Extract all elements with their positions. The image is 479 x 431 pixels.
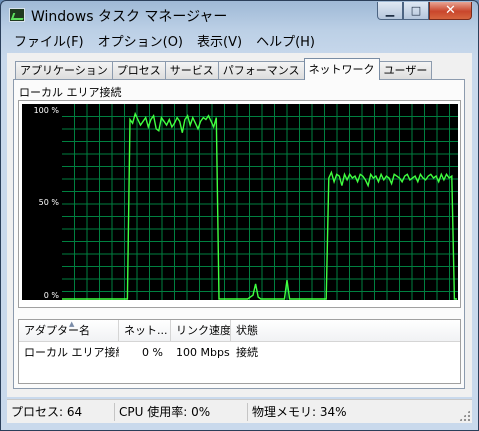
adapter-name: ローカル エリア接続 bbox=[24, 346, 119, 359]
graph-background bbox=[62, 104, 458, 300]
tab-services[interactable]: サービス bbox=[164, 61, 219, 80]
adapter-link-speed: 100 Mbps bbox=[176, 346, 230, 359]
column-link-speed[interactable]: リンク速度 bbox=[171, 320, 231, 342]
resize-grip-icon[interactable] bbox=[459, 410, 470, 421]
tab-applications[interactable]: アプリケーション bbox=[15, 61, 113, 80]
networking-panel: ローカル エリア接続 100 % 50 % 0 % ▲ アダプター名 ネット..… bbox=[13, 79, 465, 389]
maximize-icon: □ bbox=[410, 4, 422, 17]
status-processes: プロセス: 64 bbox=[11, 405, 83, 419]
adapter-list[interactable]: ▲ アダプター名 ネット... リンク速度 状態 ローカル エリア接続 0 % … bbox=[18, 319, 461, 384]
close-button[interactable]: ✕ bbox=[429, 2, 472, 20]
menu-options[interactable]: オプション(O) bbox=[91, 31, 190, 50]
minimize-button[interactable]: ▁ bbox=[377, 2, 403, 20]
menu-bar: ファイル(F) オプション(O) 表示(V) ヘルプ(H) bbox=[7, 30, 472, 51]
minimize-icon: ▁ bbox=[385, 4, 395, 17]
menu-file[interactable]: ファイル(F) bbox=[7, 31, 91, 50]
sort-ascending-icon: ▲ bbox=[69, 320, 75, 328]
caption-buttons: ▁ □ ✕ bbox=[377, 2, 472, 20]
window-title: Windows タスク マネージャー bbox=[31, 9, 228, 25]
status-cpu-usage: CPU 使用率: 0% bbox=[114, 403, 210, 421]
axis-label-100: 100 % bbox=[33, 106, 59, 115]
tab-networking[interactable]: ネットワーク bbox=[303, 58, 380, 80]
graph-axis: 100 % 50 % 0 % bbox=[22, 104, 62, 300]
column-adapter-name[interactable]: ▲ アダプター名 bbox=[19, 320, 119, 342]
close-icon: ✕ bbox=[445, 3, 456, 18]
column-network-utilization[interactable]: ネット... bbox=[119, 320, 171, 342]
adapter-utilization: 0 % bbox=[142, 346, 163, 359]
client-area: アプリケーション プロセス サービス パフォーマンス ネットワーク ユーザー ロ… bbox=[7, 53, 472, 397]
tab-processes[interactable]: プロセス bbox=[111, 61, 166, 80]
menu-view[interactable]: 表示(V) bbox=[190, 31, 249, 50]
tab-performance[interactable]: パフォーマンス bbox=[217, 61, 305, 80]
maximize-button[interactable]: □ bbox=[403, 2, 429, 20]
status-bar: プロセス: 64 CPU 使用率: 0% 物理メモリ: 34% bbox=[7, 399, 472, 423]
task-manager-icon bbox=[9, 8, 25, 22]
menu-help[interactable]: ヘルプ(H) bbox=[249, 31, 322, 50]
title-bar[interactable]: Windows タスク マネージャー ▁ □ ✕ bbox=[1, 1, 478, 29]
status-physical-memory: 物理メモリ: 34% bbox=[247, 403, 347, 421]
column-state[interactable]: 状態 bbox=[231, 320, 460, 342]
tab-users[interactable]: ユーザー bbox=[378, 61, 433, 80]
network-graph-frame: 100 % 50 % 0 % bbox=[18, 100, 461, 308]
axis-label-50: 50 % bbox=[38, 198, 59, 207]
network-utilization-graph bbox=[62, 104, 458, 300]
axis-label-0: 0 % bbox=[43, 291, 59, 300]
adapter-row[interactable]: ローカル エリア接続 0 % 100 Mbps 接続 bbox=[19, 344, 460, 362]
connection-group-label: ローカル エリア接続 bbox=[19, 86, 122, 99]
tab-strip: アプリケーション プロセス サービス パフォーマンス ネットワーク ユーザー bbox=[15, 58, 433, 80]
adapter-state: 接続 bbox=[236, 346, 258, 359]
task-manager-window: Windows タスク マネージャー ▁ □ ✕ ファイル(F) オプション(O… bbox=[0, 0, 479, 431]
adapter-list-header: ▲ アダプター名 ネット... リンク速度 状態 bbox=[19, 320, 460, 342]
